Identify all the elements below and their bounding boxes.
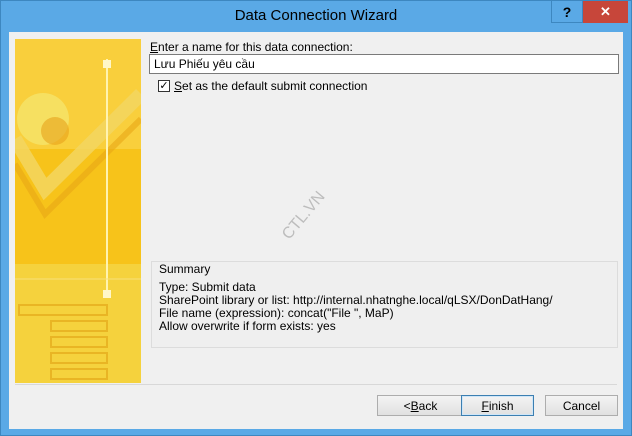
back-button[interactable]: < Back bbox=[377, 395, 464, 416]
default-submit-checkbox[interactable]: ✓ bbox=[158, 80, 170, 92]
close-button[interactable]: ✕ bbox=[583, 1, 628, 23]
summary-group: Summary Type: Submit data SharePoint lib… bbox=[151, 261, 618, 348]
window-title: Data Connection Wizard bbox=[234, 7, 398, 24]
close-icon: ✕ bbox=[600, 4, 611, 19]
wizard-banner-art bbox=[15, 39, 141, 383]
cancel-button[interactable]: Cancel bbox=[545, 395, 618, 416]
summary-title: Summary bbox=[159, 262, 211, 276]
connection-name-label: Enter a name for this data connection: bbox=[150, 40, 353, 54]
finish-button[interactable]: Finish bbox=[461, 395, 534, 416]
connection-name-input[interactable] bbox=[149, 54, 619, 74]
help-button[interactable]: ? bbox=[551, 1, 583, 23]
help-icon: ? bbox=[562, 3, 572, 20]
summary-details: Type: Submit data SharePoint library or … bbox=[159, 281, 553, 333]
button-separator bbox=[15, 384, 617, 385]
summary-line-overwrite: Allow overwrite if form exists: yes bbox=[159, 319, 336, 333]
default-submit-checkbox-row[interactable]: ✓ Set as the default submit connection bbox=[158, 79, 367, 93]
wizard-window: Data Connection Wizard ? ✕ Enter a name … bbox=[0, 0, 632, 436]
default-submit-checkbox-label: Set as the default submit connection bbox=[174, 79, 368, 93]
watermark-text: CTL.VN bbox=[279, 188, 329, 243]
title-bar[interactable]: Data Connection Wizard ? ✕ bbox=[1, 1, 631, 32]
banner-graphic bbox=[15, 39, 141, 383]
wizard-client-area: Enter a name for this data connection: ✓… bbox=[9, 32, 623, 429]
